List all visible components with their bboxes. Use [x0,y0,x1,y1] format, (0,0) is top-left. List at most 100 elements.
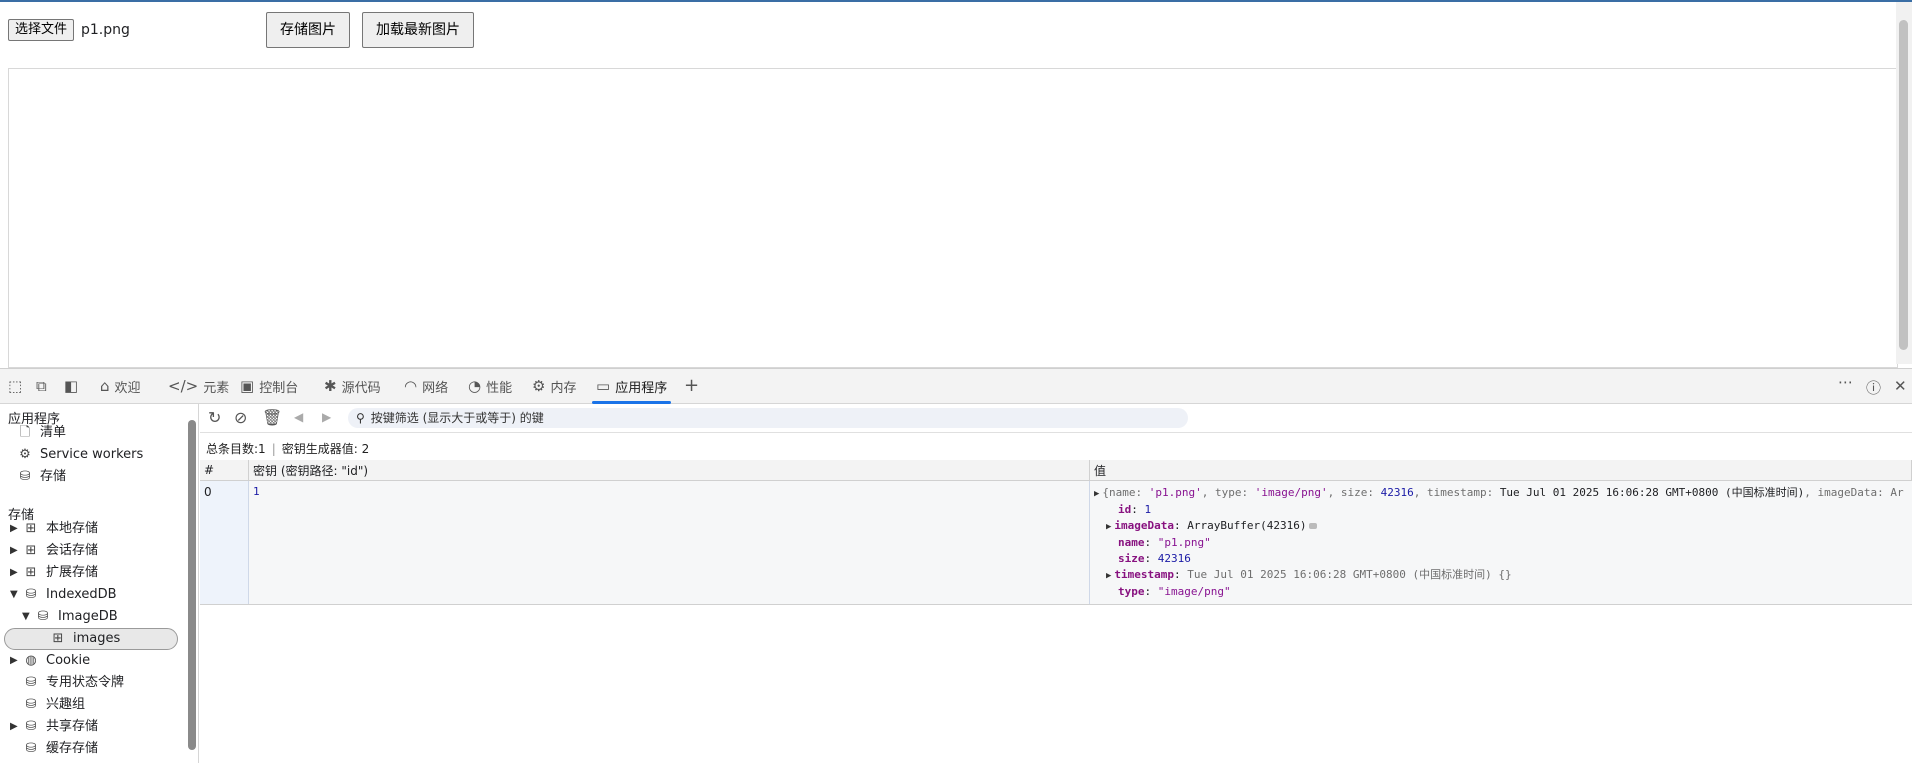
more-options-icon[interactable]: ⋯ [1838,373,1853,391]
preview-timestamp: Tue Jul 01 2025 16:06:28 GMT+0800 (中国标准时… [1499,486,1805,499]
database-icon: ⛁ [37,609,49,624]
sidebar-item-label: 存储 [40,469,67,484]
sidebar-item-private-state-tokens[interactable]: ⛁ 专用状态令牌 [22,672,124,694]
database-icon: ⛁ [19,469,31,484]
row-value-cell: ▶ {name: 'p1.png', type: 'image/png', siz… [1089,480,1912,605]
row-key-cell: 1 [248,480,1090,605]
devtools-tab-bar: ⬚ ⧉ ◧ ⌂ 欢迎 </> 元素 ▣ 控制台 ✱ 源代码 ◠ 网络 ◔ 性能 … [0,369,1912,404]
expand-arrow-icon[interactable]: ▶ [10,650,22,672]
property-key: size [1118,552,1145,565]
preview-text: , timestamp: [1413,486,1500,499]
expand-triangle-icon[interactable]: ▶ [1106,522,1111,532]
sidebar-item-images[interactable]: ⊞ images [4,628,178,650]
property-key: type [1118,585,1145,598]
sidebar-item-local-storage[interactable]: ▶ ⊞ 本地存储 [10,518,98,540]
tab-performance[interactable]: ◔ 性能 [468,369,512,403]
page-scrollbar[interactable] [1896,2,1912,364]
device-emulation-icon[interactable]: ⧉ [36,377,47,395]
column-header-value[interactable]: 值 [1089,460,1912,481]
object-store-table: # 密钥 (密钥路径: "id") 值 0 1 ▶ {name: 'p1.png'… [200,460,1912,605]
expand-arrow-icon[interactable]: ▶ [10,716,22,738]
sidebar-item-label: 专用状态令牌 [46,675,125,690]
toggle-sidebar-icon[interactable]: ◧ [64,377,78,395]
application-sidebar: 应用程序 🗋 清单 ⚙ Service workers ⛁ 存储 存储 ▶ ⊞ 本地存储 … [0,404,199,763]
tab-label: 元素 [203,380,230,396]
sidebar-item-storage[interactable]: ⛁ 存储 [16,466,66,488]
next-page-icon[interactable]: ▶ [322,410,331,424]
sidebar-item-interest-groups[interactable]: ⛁ 兴趣组 [22,694,85,716]
collapse-arrow-icon[interactable]: ▼ [10,584,22,606]
row-index-cell: 0 [200,480,249,605]
sidebar-item-label: Cookie [46,653,91,668]
tab-label: 欢迎 [114,380,141,396]
expand-arrow-icon[interactable]: ▶ [10,518,22,540]
console-icon: ▣ [240,377,255,395]
close-devtools-icon[interactable]: ✕ [1894,377,1907,395]
property-imagedata[interactable]: ▶ imageData: ArrayBuffer(42316) [1094,518,1908,535]
clear-icon[interactable]: ⊘ [234,408,247,427]
column-header-key[interactable]: 密钥 (密钥路径: "id") [248,460,1090,481]
value-preview-line[interactable]: ▶ {name: 'p1.png', type: 'image/png', siz… [1094,485,1908,502]
key-filter-input[interactable]: ⚲ 按键筛选 (显示大于或等于) 的键 [348,408,1188,428]
sidebar-item-indexeddb[interactable]: ▼ ⛁ IndexedDB [10,584,117,606]
save-image-button[interactable]: 存储图片 [266,12,350,48]
choose-file-button[interactable]: 选择文件 [8,19,75,41]
sidebar-item-extension-storage[interactable]: ▶ ⊞ 扩展存储 [10,562,98,584]
tab-label: 控制台 [259,380,299,396]
sidebar-item-label: 缓存存储 [46,741,99,756]
expand-arrow-icon[interactable]: ▶ [10,562,22,584]
tab-application[interactable]: ▭ 应用程序 [592,369,672,404]
chosen-file-name: p1.png [81,22,130,38]
tab-welcome[interactable]: ⌂ 欢迎 [100,369,141,403]
preview-type: 'image/png' [1254,486,1328,499]
collapse-arrow-icon[interactable]: ▼ [22,606,34,628]
tab-memory[interactable]: ⚙ 内存 [532,369,576,403]
database-icon: ⛁ [25,697,37,712]
previous-page-icon[interactable]: ◀ [294,410,303,424]
sidebar-item-label: images [73,631,121,646]
app-icon: ▭ [596,377,611,395]
property-key: name [1118,536,1145,549]
sidebar-item-label: IndexedDB [46,587,117,602]
sidebar-item-label: 本地存储 [46,521,99,536]
sidebar-item-cookie[interactable]: ▶ ◍ Cookie [10,650,90,672]
sidebar-item-cache-storage[interactable]: ⛁ 缓存存储 [22,738,98,760]
key-generator-value: 密钥生成器值: 2 [281,442,370,456]
sidebar-item-service-workers[interactable]: ⚙ Service workers [16,444,143,466]
bug-icon: ✱ [324,377,337,395]
page-scrollbar-thumb[interactable] [1899,20,1908,350]
property-value: 42316 [1157,552,1191,565]
property-value: 1 [1144,503,1152,516]
help-icon[interactable]: ⓘ [1866,377,1881,398]
sidebar-item-imagedb[interactable]: ▼ ⛁ ImageDB [22,606,118,628]
sidebar-item-session-storage[interactable]: ▶ ⊞ 会话存储 [10,540,98,562]
expand-arrow-icon[interactable]: ▶ [10,540,22,562]
devtools-panel: ⬚ ⧉ ◧ ⌂ 欢迎 </> 元素 ▣ 控制台 ✱ 源代码 ◠ 网络 ◔ 性能 … [0,368,1912,763]
expand-triangle-icon[interactable]: ▶ [1106,571,1111,581]
sidebar-item-shared-storage[interactable]: ▶ ⛁ 共享存储 [10,716,98,738]
tab-console[interactable]: ▣ 控制台 [240,369,298,403]
property-timestamp[interactable]: ▶ timestamp: Tue Jul 01 2025 16:06:28 GMT… [1094,567,1908,584]
sidebar-item-label: 共享存储 [46,719,99,734]
load-latest-image-button[interactable]: 加载最新图片 [362,12,474,48]
expand-triangle-icon[interactable]: ▶ [1094,489,1099,499]
sidebar-item-manifest[interactable]: 🗋 清单 [16,422,66,444]
tab-elements[interactable]: </> 元素 [168,369,229,403]
inspect-element-icon[interactable]: ⬚ [8,377,22,395]
tab-label: 内存 [550,380,577,396]
sidebar-item-label: 清单 [40,425,67,440]
sidebar-scrollbar[interactable] [188,420,196,750]
tab-sources[interactable]: ✱ 源代码 [324,369,381,403]
property-type: type: "image/png" [1118,585,1231,598]
memory-inspector-icon[interactable] [1308,523,1317,529]
column-header-index[interactable]: # [200,460,249,481]
property-name: name: "p1.png" [1118,536,1211,549]
add-tab-icon[interactable]: + [684,375,699,396]
property-size: size: 42316 [1118,552,1191,565]
delete-icon[interactable]: 🗑 [262,408,282,427]
table-row[interactable]: 0 1 ▶ {name: 'p1.png', type: 'image/png',… [200,480,1912,605]
code-icon: </> [168,377,199,395]
grid-icon: ⊞ [25,521,37,536]
refresh-icon[interactable]: ↻ [208,408,221,427]
tab-network[interactable]: ◠ 网络 [404,369,448,403]
